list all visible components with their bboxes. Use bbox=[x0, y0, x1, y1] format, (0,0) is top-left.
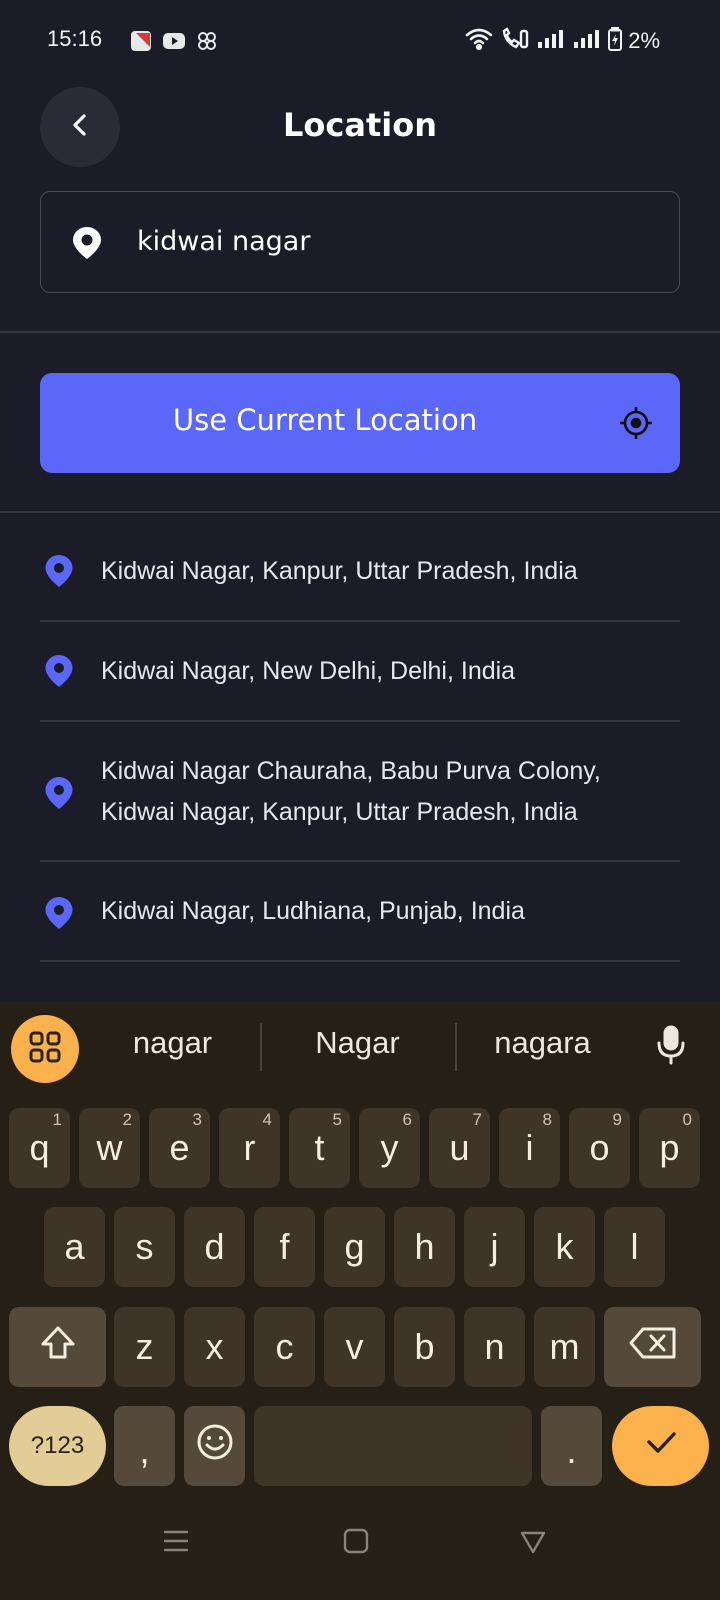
home-square-icon[interactable] bbox=[342, 1527, 370, 1559]
key-w[interactable]: w2 bbox=[79, 1108, 140, 1188]
space-key[interactable] bbox=[254, 1406, 532, 1486]
comma-key[interactable]: , bbox=[114, 1406, 175, 1486]
use-current-location-label: Use Current Location bbox=[172, 403, 478, 437]
signal-icon-sim1 bbox=[536, 28, 566, 54]
shift-key[interactable] bbox=[9, 1307, 106, 1387]
suggestion-2[interactable]: Nagar bbox=[280, 1025, 435, 1061]
key-m[interactable]: m bbox=[534, 1307, 595, 1387]
status-bar: 15:16 2% bbox=[0, 0, 720, 84]
divider bbox=[0, 511, 720, 513]
suggestion-separator bbox=[260, 1023, 262, 1071]
location-result-text: Kidwai Nagar Chauraha, Babu Purva Colony… bbox=[101, 757, 601, 826]
backspace-key[interactable] bbox=[604, 1307, 701, 1387]
location-result-item[interactable]: Kidwai Nagar Chauraha, Babu Purva Colony… bbox=[40, 722, 680, 862]
key-a[interactable]: a bbox=[44, 1207, 105, 1287]
key-c[interactable]: c bbox=[254, 1307, 315, 1387]
location-result-item[interactable]: Kidwai Nagar, New Delhi, Delhi, India bbox=[40, 622, 680, 722]
system-icons: 2% bbox=[464, 26, 660, 55]
keyboard-menu-button[interactable] bbox=[11, 1015, 79, 1083]
location-result-item[interactable]: Kidwai Nagar, Kanpur, Uttar Pradesh, Ind… bbox=[40, 522, 680, 622]
recents-menu-icon[interactable] bbox=[162, 1528, 190, 1558]
battery-percent: 2% bbox=[628, 28, 660, 53]
backspace-icon bbox=[628, 1325, 678, 1370]
location-pin-icon bbox=[71, 226, 103, 264]
key-y[interactable]: y6 bbox=[359, 1108, 420, 1188]
suggestion-3[interactable]: nagara bbox=[465, 1025, 620, 1061]
battery-charging-icon bbox=[608, 26, 623, 55]
key-u[interactable]: u7 bbox=[429, 1108, 490, 1188]
key-k[interactable]: k bbox=[534, 1207, 595, 1287]
location-result-text: Kidwai Nagar, New Delhi, Delhi, India bbox=[101, 657, 516, 685]
key-q[interactable]: q1 bbox=[9, 1108, 70, 1188]
key-p[interactable]: p0 bbox=[639, 1108, 700, 1188]
key-g[interactable]: g bbox=[324, 1207, 385, 1287]
period-key[interactable]: . bbox=[541, 1406, 602, 1486]
location-pin-icon bbox=[44, 776, 74, 814]
key-x[interactable]: x bbox=[184, 1307, 245, 1387]
key-s[interactable]: s bbox=[114, 1207, 175, 1287]
volte-call-icon bbox=[500, 27, 530, 55]
key-o[interactable]: o9 bbox=[569, 1108, 630, 1188]
location-search-input[interactable] bbox=[137, 218, 637, 264]
symbols-key[interactable]: ?123 bbox=[9, 1406, 106, 1486]
key-l[interactable]: l bbox=[604, 1207, 665, 1287]
youtube-icon bbox=[162, 31, 186, 55]
microphone-icon[interactable] bbox=[656, 1025, 686, 1069]
key-h[interactable]: h bbox=[394, 1207, 455, 1287]
checkmark-icon bbox=[641, 1425, 681, 1468]
notification-icons bbox=[130, 30, 218, 56]
key-r[interactable]: r4 bbox=[219, 1108, 280, 1188]
key-d[interactable]: d bbox=[184, 1207, 245, 1287]
enter-key[interactable] bbox=[612, 1406, 709, 1486]
key-t[interactable]: t5 bbox=[289, 1108, 350, 1188]
location-result-text: Kidwai Nagar, Ludhiana, Punjab, India bbox=[101, 897, 525, 925]
location-search-field[interactable] bbox=[40, 191, 680, 293]
divider bbox=[0, 331, 720, 333]
apps-grid-icon bbox=[28, 1030, 62, 1068]
key-f[interactable]: f bbox=[254, 1207, 315, 1287]
use-current-location-button[interactable]: Use Current Location bbox=[40, 373, 680, 473]
key-b[interactable]: b bbox=[394, 1307, 455, 1387]
gps-crosshair-icon bbox=[618, 405, 654, 445]
location-pin-icon bbox=[44, 896, 74, 934]
suggestion-1[interactable]: nagar bbox=[95, 1025, 250, 1061]
location-pin-icon bbox=[44, 554, 74, 592]
key-e[interactable]: e3 bbox=[149, 1108, 210, 1188]
photos-app-icon bbox=[130, 30, 152, 56]
location-result-text: Kidwai Nagar, Kanpur, Uttar Pradesh, Ind… bbox=[101, 557, 578, 585]
key-i[interactable]: i8 bbox=[499, 1108, 560, 1188]
page-title: Location bbox=[283, 106, 437, 144]
system-navigation-bar bbox=[0, 1496, 720, 1600]
pinwheel-app-icon bbox=[196, 30, 218, 56]
location-result-item[interactable]: Kidwai Nagar, Ludhiana, Punjab, India bbox=[40, 862, 680, 962]
back-triangle-icon[interactable] bbox=[519, 1529, 547, 1559]
wifi-icon bbox=[464, 27, 494, 55]
shift-arrow-icon bbox=[38, 1323, 78, 1372]
key-z[interactable]: z bbox=[114, 1307, 175, 1387]
emoji-smile-icon bbox=[195, 1422, 235, 1471]
suggestion-separator bbox=[455, 1023, 457, 1071]
key-j[interactable]: j bbox=[464, 1207, 525, 1287]
signal-icon-sim2 bbox=[572, 28, 602, 54]
key-v[interactable]: v bbox=[324, 1307, 385, 1387]
emoji-key[interactable] bbox=[184, 1406, 245, 1486]
status-time: 15:16 bbox=[47, 26, 103, 51]
key-n[interactable]: n bbox=[464, 1307, 525, 1387]
location-pin-icon bbox=[44, 654, 74, 692]
